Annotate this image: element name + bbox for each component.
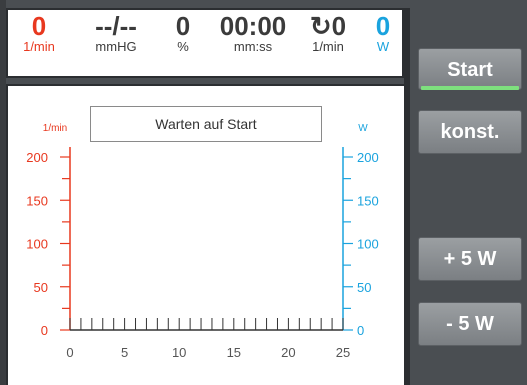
- x-axis-tick-label: 5: [121, 345, 128, 360]
- x-axis-tick-label: 25: [336, 345, 350, 360]
- left-axis-tick-label: 150: [26, 193, 48, 208]
- x-axis-tick-label: 20: [281, 345, 295, 360]
- status-box: Warten auf Start: [90, 106, 322, 142]
- x-axis-tick-label: 0: [66, 345, 73, 360]
- right-axis-unit-label: W: [358, 123, 368, 134]
- right-axis-tick-label: 0: [357, 323, 364, 338]
- left-axis-tick-label: 200: [26, 150, 48, 165]
- right-axis-tick-label: 50: [357, 280, 371, 295]
- right-axis-tick-label: 200: [357, 150, 379, 165]
- plus-5-watt-button[interactable]: + 5 W: [418, 237, 522, 281]
- left-axis-unit-label: 1/min: [43, 123, 67, 134]
- left-axis-tick-label: 50: [34, 280, 48, 295]
- start-button[interactable]: Start: [418, 48, 522, 90]
- left-axis-tick-label: 100: [26, 237, 48, 252]
- start-indicator: [421, 86, 519, 90]
- left-axis-tick-label: 0: [41, 323, 48, 338]
- right-axis-tick-label: 150: [357, 193, 379, 208]
- x-axis-tick-label: 15: [227, 345, 241, 360]
- right-axis-tick-label: 100: [357, 237, 379, 252]
- x-axis-tick-label: 10: [172, 345, 186, 360]
- constant-button[interactable]: konst.: [418, 110, 522, 154]
- minus-5-watt-button[interactable]: - 5 W: [418, 302, 522, 346]
